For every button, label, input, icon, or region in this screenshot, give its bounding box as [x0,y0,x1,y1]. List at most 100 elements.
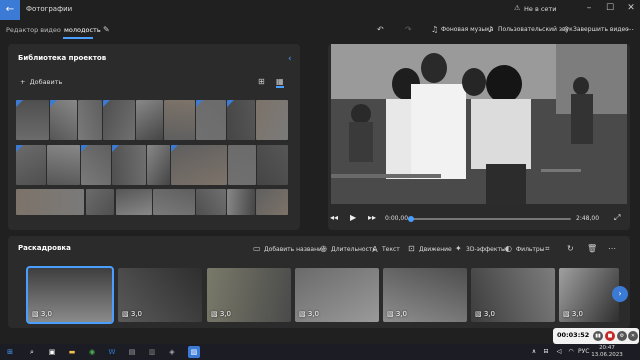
add-button[interactable]: + Добавить [20,78,62,86]
close-button[interactable]: ✕ [624,3,638,13]
filters-button[interactable]: Фильтры [516,246,544,253]
library-thumbnail[interactable] [116,189,152,215]
duration-button[interactable]: Длительность [331,246,376,253]
library-thumbnail[interactable] [16,145,46,185]
redo-icon[interactable]: ↷ [405,25,412,34]
library-thumbnail[interactable] [16,100,49,140]
video-preview: ◂◂ ▶ ▸▸ 0:00,00 2:48,00 ⤢ [328,44,630,230]
start-icon[interactable]: ⊞ [4,346,16,358]
library-thumbnail[interactable] [257,145,288,185]
library-thumbnail[interactable] [147,145,170,185]
breadcrumb-video-editor[interactable]: Редактор видео [6,26,61,34]
app-icon-3[interactable]: ◈ [166,346,178,358]
crop-icon[interactable]: ⌗ [545,244,550,254]
library-thumbnail[interactable] [227,189,255,215]
language-indicator[interactable]: РУС [578,348,589,355]
network-tray-icon[interactable]: ⊟ [540,346,552,358]
storyboard-clip[interactable]: ▧ 3,0 [471,268,555,322]
minimize-button[interactable]: – [582,3,596,13]
rewind-icon[interactable]: ◂◂ [330,213,338,222]
large-grid-view-icon[interactable]: ▦ [276,77,284,88]
library-thumbnail[interactable] [136,100,163,140]
storyboard-clip[interactable]: ▧ 3,0 [383,268,467,322]
library-thumbnail[interactable] [227,100,255,140]
library-thumbnail[interactable] [50,100,77,140]
current-time: 0:00,00 [385,215,409,222]
edit-pencil-icon[interactable]: ✎ [103,25,110,34]
seek-bar[interactable] [408,218,571,220]
library-thumbnail[interactable] [171,145,227,185]
volume-icon[interactable]: ◁ [553,346,565,358]
collapse-chevron-icon[interactable]: ‹ [288,54,292,64]
word-icon[interactable]: W [106,346,118,358]
library-thumbnail[interactable] [86,189,114,215]
tray-up-icon[interactable]: ∧ [528,346,540,358]
library-thumbnail[interactable] [16,189,84,215]
recorder-close-icon[interactable]: ✕ [628,331,638,341]
custom-audio-button[interactable]: Пользовательский звук [498,26,573,33]
scroll-next-button[interactable]: › [612,286,628,302]
undo-icon[interactable]: ↶ [377,25,384,34]
library-thumbnail[interactable] [196,100,226,140]
clock[interactable]: 20:47 13.06.2023 [590,345,624,359]
recorder-pause-icon[interactable]: ▮▮ [593,331,603,341]
photos-app-icon[interactable]: ▨ [188,346,200,358]
library-thumbnail[interactable] [164,100,195,140]
library-thumbnail[interactable] [256,100,288,140]
clock-icon[interactable]: ◷ [320,244,327,253]
library-thumbnail[interactable] [196,189,226,215]
network-status[interactable]: Не в сети [524,5,556,13]
finish-video-button[interactable]: Завершить видео [573,26,629,33]
grid-view-icon[interactable]: ⊞ [258,77,265,86]
wifi-icon[interactable]: ◠ [565,346,577,358]
recorder-settings-icon[interactable]: ⚙ [617,331,627,341]
app-icon-2[interactable]: ▥ [146,346,158,358]
project-name[interactable]: молодость [64,26,101,34]
file-explorer-icon[interactable]: ▬ [66,346,78,358]
library-thumbnail[interactable] [103,100,135,140]
task-view-icon[interactable]: ▣ [46,346,58,358]
storyboard-clip[interactable]: ▧ 3,0 [118,268,202,322]
playback-controls: ◂◂ ▶ ▸▸ 0:00,00 2:48,00 ⤢ [328,208,630,230]
library-thumbnail[interactable] [153,189,195,215]
more-icon[interactable]: ⋯ [608,244,616,253]
add-title-button[interactable]: Добавить название [264,246,326,253]
filters-icon[interactable]: ◐ [505,244,512,253]
title-card-icon[interactable]: ▭ [253,244,261,253]
storyboard-clip[interactable]: ▧ 3,0 [207,268,291,322]
effects-3d-icon[interactable]: ✦ [455,244,462,253]
music-icon[interactable]: ♫ [431,25,438,34]
fullscreen-icon[interactable]: ⤢ [614,213,620,223]
library-thumbnail[interactable] [81,145,111,185]
back-button[interactable]: ← [0,0,20,20]
library-thumbnail[interactable] [112,145,146,185]
recorder-stop-icon[interactable]: ■ [605,331,615,341]
storyboard-clip[interactable]: ▧ 3,0 [295,268,379,322]
library-thumbnail[interactable] [228,145,256,185]
effects-3d-button[interactable]: 3D-эффекты [466,246,506,253]
text-button[interactable]: Текст [382,246,400,253]
text-icon[interactable]: Ａ [371,244,379,255]
background-music-button[interactable]: Фоновая музыка [441,26,493,33]
export-icon[interactable]: ⇪ [563,25,570,34]
search-icon[interactable]: ⌕ [26,346,38,358]
app-icon-1[interactable]: ▤ [126,346,138,358]
motion-button[interactable]: Движение [419,246,452,253]
image-icon: ▧ [211,310,220,318]
forward-icon[interactable]: ▸▸ [368,213,376,222]
motion-icon[interactable]: ⊡ [408,244,415,253]
seek-knob[interactable] [408,216,414,222]
more-options-icon[interactable]: ⋯ [626,25,634,34]
storyboard-clip[interactable]: ▧ 3,0 [559,268,619,322]
audio-icon[interactable]: ♪ [488,25,493,34]
maximize-button[interactable]: ☐ [603,3,617,13]
storyboard-clip[interactable]: ▧ 3,0 [26,266,114,324]
delete-icon[interactable]: 🗑 [587,244,597,253]
library-thumbnail[interactable] [256,189,288,215]
image-icon: ▧ [475,310,484,318]
play-icon[interactable]: ▶ [350,213,356,222]
rotate-icon[interactable]: ↻ [567,244,574,253]
chrome-icon[interactable]: ◉ [86,346,98,358]
library-thumbnail[interactable] [78,100,102,140]
library-thumbnail[interactable] [47,145,80,185]
